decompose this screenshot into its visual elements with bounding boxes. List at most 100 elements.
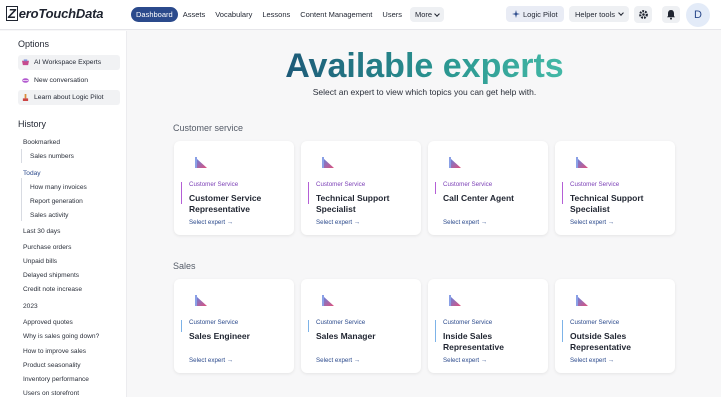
expert-tag: Customer Service [443, 319, 493, 326]
page-title: Available experts [285, 47, 564, 85]
history-item[interactable]: How to improve sales [23, 348, 86, 355]
nav-vocabulary[interactable]: Vocabulary [210, 7, 257, 22]
logic-pilot-button[interactable]: Logic Pilot [506, 6, 564, 22]
nav-lessons[interactable]: Lessons [257, 7, 295, 22]
history-group-line [21, 178, 22, 221]
bell-icon [667, 10, 675, 20]
history-item[interactable]: Users on storefront [23, 390, 79, 397]
history-item[interactable]: How many invoices [30, 184, 87, 191]
helper-tools-label: Helper tools [575, 9, 616, 19]
select-expert-link[interactable]: Select expert → [570, 219, 614, 226]
history-item[interactable]: Unpaid bills [23, 258, 57, 265]
expert-logo-icon [322, 157, 334, 168]
logic-pilot-label: Logic Pilot [523, 9, 558, 19]
nav-dashboard[interactable]: Dashboard [131, 7, 178, 22]
page-title-wrap: Available experts [128, 47, 721, 85]
history-item[interactable]: Today [23, 170, 41, 177]
expert-card[interactable]: Customer Service Technical Support Speci… [555, 141, 675, 235]
select-expert-link[interactable]: Select expert → [316, 357, 360, 364]
notifications-button[interactable] [662, 6, 680, 23]
expert-tag: Customer Service [316, 319, 366, 326]
expert-card[interactable]: Customer Service Outside Sales Represent… [555, 279, 675, 373]
nav-content-management[interactable]: Content Management [295, 7, 377, 22]
category-heading: Sales [173, 261, 196, 271]
select-expert-link[interactable]: Select expert → [189, 219, 233, 226]
category-heading: Customer service [173, 123, 244, 133]
expert-name: Sales Engineer [189, 331, 250, 341]
chevron-down-icon [434, 10, 440, 17]
history-item[interactable]: Last 30 days [23, 228, 60, 235]
user-avatar[interactable]: D [686, 3, 710, 27]
sidebar: Options AI Workspace Experts New convers… [0, 31, 127, 397]
expert-name: Call Center Agent [443, 193, 515, 203]
expert-name: Inside Sales Representative [443, 331, 504, 352]
expert-logo-icon [449, 295, 461, 306]
expert-logo-icon [195, 295, 207, 306]
expert-logo-icon [322, 295, 334, 306]
history-item[interactable]: 2023 [23, 303, 38, 310]
expert-tag: Customer Service [443, 181, 493, 188]
select-expert-link[interactable]: Select expert → [570, 357, 614, 364]
card-accent [181, 182, 182, 204]
expert-name: Customer Service Representative [189, 193, 262, 214]
chevron-down-icon [618, 10, 624, 16]
option-learn-logic-pilot[interactable]: Learn about Logic Pilot [18, 90, 120, 105]
select-expert-link[interactable]: Select expert → [443, 357, 487, 364]
history-heading: History [18, 119, 47, 129]
history-group-line [21, 149, 22, 163]
history-item[interactable]: Bookmarked [23, 139, 60, 146]
expert-card[interactable]: Customer Service Technical Support Speci… [301, 141, 421, 235]
page-subtitle: Select an expert to view which topics yo… [312, 87, 537, 97]
nav-assets[interactable]: Assets [178, 7, 211, 22]
card-accent [308, 320, 309, 332]
expert-logo-icon [195, 157, 207, 168]
options-heading: Options [18, 39, 50, 49]
expert-logo-icon [449, 157, 461, 168]
option-new-conversation[interactable]: New conversation [18, 73, 120, 88]
card-accent [435, 182, 436, 194]
history-item[interactable]: Approved quotes [23, 319, 73, 326]
expert-tag: Customer Service [316, 181, 366, 188]
nav-more-menu[interactable]: More [410, 7, 445, 22]
card-accent [562, 182, 563, 204]
history-item[interactable]: Report generation [30, 198, 83, 205]
card-accent [181, 320, 182, 332]
history-item[interactable]: Sales activity [30, 212, 68, 219]
history-item[interactable]: Why is sales going down? [23, 333, 99, 340]
top-bar: ZeroTouchData Dashboard Assets Vocabular… [0, 0, 721, 30]
select-expert-link[interactable]: Select expert → [189, 357, 233, 364]
expert-tag: Customer Service [189, 181, 239, 188]
expert-tag: Customer Service [189, 319, 239, 326]
expert-card[interactable]: Customer Service Customer Service Repres… [174, 141, 294, 235]
card-accent [435, 320, 436, 342]
card-accent [562, 320, 563, 342]
option-ai-workspace-experts[interactable]: AI Workspace Experts [18, 55, 120, 70]
learn-icon [22, 94, 29, 101]
expert-name: Technical Support Specialist [570, 193, 644, 214]
nav-users[interactable]: Users [377, 7, 407, 22]
settings-button[interactable] [634, 6, 652, 23]
select-expert-link[interactable]: Select expert → [443, 219, 487, 226]
workspace-icon [22, 59, 29, 66]
expert-card[interactable]: Customer Service Call Center Agent Selec… [428, 141, 548, 235]
helper-tools-dropdown[interactable]: Helper tools [569, 6, 630, 22]
history-item[interactable]: Sales numbers [30, 153, 74, 160]
history-item[interactable]: Delayed shipments [23, 272, 79, 279]
option-label: AI Workspace Experts [34, 59, 102, 66]
card-accent [308, 182, 309, 204]
expert-name: Technical Support Specialist [316, 193, 390, 214]
conversation-icon [22, 78, 29, 83]
nav-more-label: More [415, 10, 433, 19]
expert-tag: Customer Service [570, 319, 620, 326]
history-item[interactable]: Credit note increase [23, 286, 82, 293]
select-expert-link[interactable]: Select expert → [316, 219, 360, 226]
history-item[interactable]: Product seasonality [23, 362, 81, 369]
option-label: Learn about Logic Pilot [34, 94, 104, 101]
expert-card[interactable]: Customer Service Sales Engineer Select e… [174, 279, 294, 373]
history-item[interactable]: Purchase orders [23, 244, 71, 251]
expert-card[interactable]: Customer Service Inside Sales Representa… [428, 279, 548, 373]
expert-card[interactable]: Customer Service Sales Manager Select ex… [301, 279, 421, 373]
history-item[interactable]: Inventory performance [23, 376, 89, 383]
expert-tag: Customer Service [570, 181, 620, 188]
brand-logo[interactable]: ZeroTouchData [6, 6, 103, 21]
